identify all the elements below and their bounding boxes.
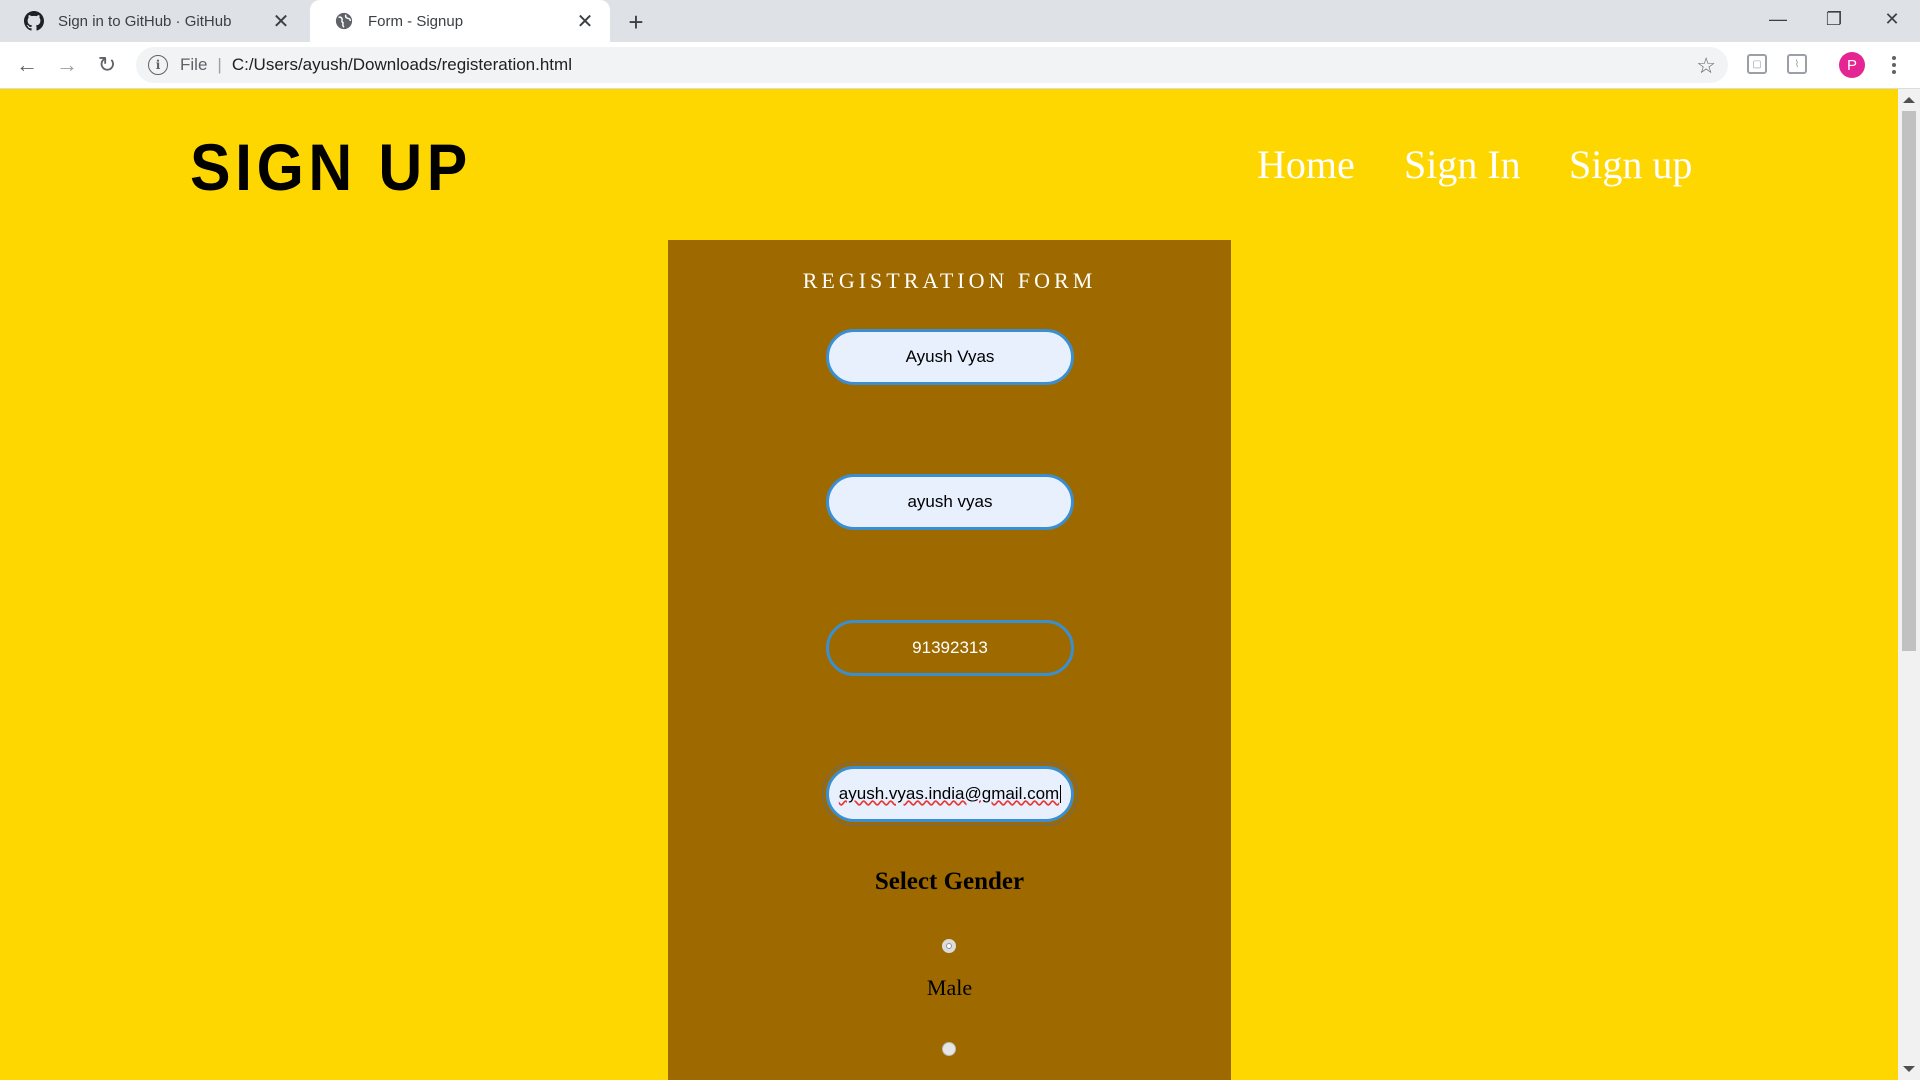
globe-icon (334, 11, 354, 31)
tab-strip: Sign in to GitHub · GitHub ✕ Form - Sign… (0, 0, 1920, 42)
minimize-icon[interactable]: — (1750, 0, 1806, 38)
nav-home-link[interactable]: Home (1257, 141, 1355, 188)
reload-icon[interactable]: ↻ (92, 50, 122, 80)
tab-form-signup[interactable]: Form - Signup ✕ (310, 0, 610, 42)
github-icon (24, 11, 44, 31)
close-window-icon[interactable]: ✕ (1864, 0, 1920, 38)
browser-menu-icon[interactable] (1884, 51, 1904, 79)
page-content: SIGN UP Home Sign In Sign up REGISTRATIO… (0, 89, 1898, 1080)
scroll-up-arrow-icon[interactable] (1903, 97, 1915, 103)
gender-male-radio[interactable] (942, 939, 956, 953)
nav-sign-in-link[interactable]: Sign In (1404, 141, 1521, 188)
gender-radio[interactable] (942, 1042, 956, 1056)
registration-form: REGISTRATION FORM ayush.vyas.india@gmail… (668, 240, 1231, 1080)
close-tab-icon[interactable]: ✕ (574, 10, 596, 33)
scroll-down-arrow-icon[interactable] (1903, 1066, 1915, 1072)
browser-toolbar: ← → ↻ i File | C:/Users/ayush/Downloads/… (0, 42, 1920, 89)
restore-icon[interactable]: ❐ (1806, 0, 1862, 38)
info-icon[interactable]: i (148, 55, 168, 75)
bookmark-star-icon[interactable]: ☆ (1696, 53, 1716, 79)
new-tab-icon[interactable]: + (622, 7, 650, 37)
gender-title: Select Gender (874, 868, 1025, 895)
username-field[interactable] (826, 474, 1074, 530)
text-cursor (1060, 785, 1062, 803)
tab-github[interactable]: Sign in to GitHub · GitHub ✕ (0, 0, 306, 42)
pdf-extension-icon[interactable]: ⌇ (1787, 54, 1807, 74)
tab-title: Sign in to GitHub · GitHub (58, 12, 232, 30)
scrollbar-thumb[interactable] (1902, 111, 1916, 651)
url-text: C:/Users/ayush/Downloads/registeration.h… (231, 55, 572, 74)
brand-logo: SIGN UP (190, 130, 472, 204)
email-field[interactable]: ayush.vyas.india@gmail.com (826, 766, 1074, 822)
name-field[interactable] (826, 329, 1074, 385)
forward-icon[interactable]: → (52, 50, 82, 80)
form-title: REGISTRATION FORM (802, 268, 1097, 293)
page-scrollbar[interactable] (1898, 89, 1920, 1080)
back-icon[interactable]: ← (12, 50, 42, 80)
extension-icon[interactable]: ▢ (1747, 54, 1767, 74)
profile-avatar[interactable]: P (1839, 52, 1865, 78)
close-tab-icon[interactable]: ✕ (270, 10, 292, 33)
email-value: ayush.vyas.india@gmail.com (838, 784, 1060, 803)
url-scheme-label: File (180, 55, 208, 74)
phone-field[interactable] (826, 620, 1074, 676)
nav-sign-up-link[interactable]: Sign up (1569, 141, 1692, 188)
url-separator: | (217, 55, 222, 74)
tab-title: Form - Signup (368, 12, 464, 30)
gender-male-label: Male (926, 975, 973, 1000)
address-bar[interactable]: i File | C:/Users/ayush/Downloads/regist… (136, 47, 1728, 83)
